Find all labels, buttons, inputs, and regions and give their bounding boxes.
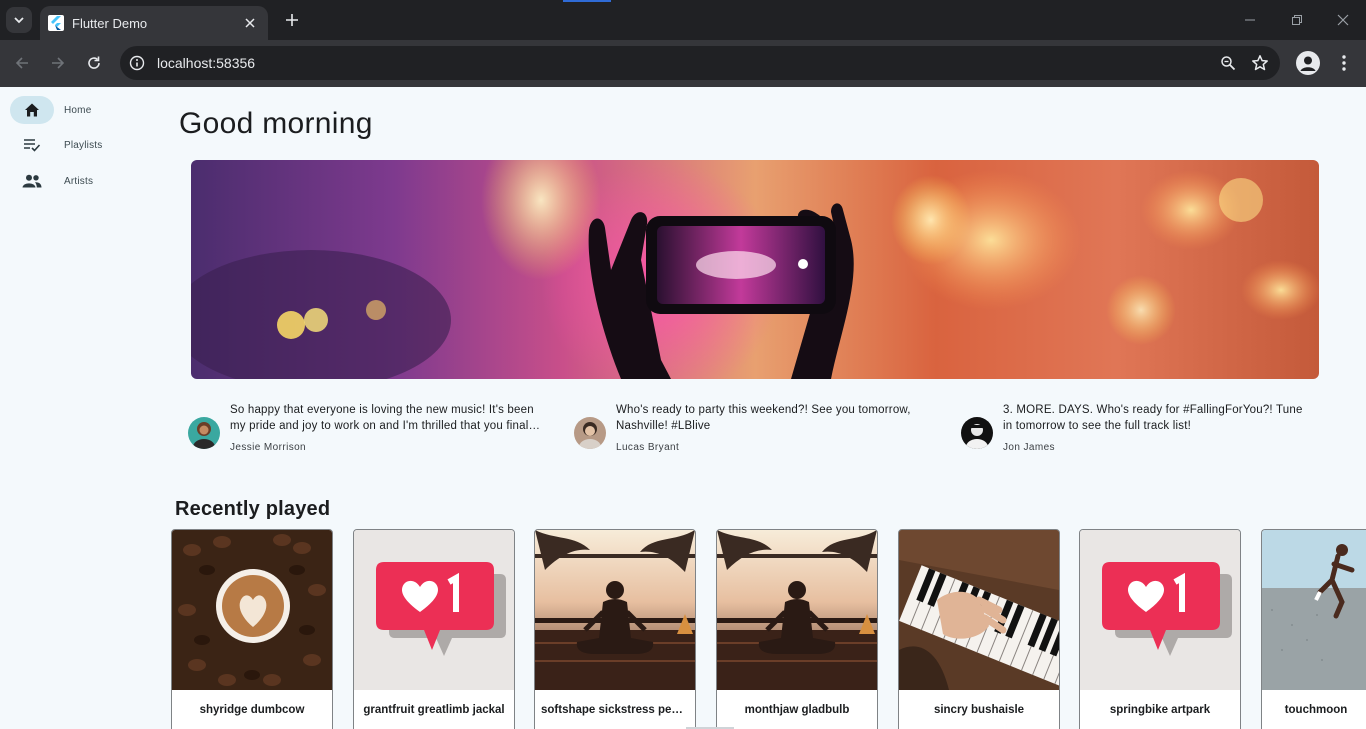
piano-artwork-image	[899, 530, 1059, 690]
recent-card-label: grantfruit greatlimb jackal	[363, 704, 505, 716]
chevron-down-icon	[14, 17, 24, 24]
news-post[interactable]: 3. MORE. DAYS. Who's ready for #FallingF…	[961, 400, 1321, 460]
yoga-artwork-image	[535, 530, 695, 690]
more-vert-icon	[1342, 55, 1346, 71]
minimize-button[interactable]	[1238, 8, 1262, 32]
people-icon	[10, 167, 54, 195]
reload-button[interactable]	[82, 51, 106, 75]
app-content: Home Playlists Artists Good morning So h…	[0, 87, 1366, 729]
yoga-artwork-image	[717, 530, 877, 690]
hero-banner-image	[191, 160, 1319, 379]
news-post-text: 3. MORE. DAYS. Who's ready for #FallingF…	[1003, 404, 1303, 432]
coffee-artwork-image	[172, 530, 332, 690]
close-icon	[1337, 14, 1349, 26]
recent-card[interactable]: shyridge dumbcow	[171, 529, 333, 729]
arrow-right-icon	[52, 57, 65, 69]
plus-icon	[286, 14, 298, 26]
like-notification-artwork-image	[1080, 530, 1240, 690]
rail-item-artists[interactable]: Artists	[10, 167, 150, 195]
recent-card-label: springbike artpark	[1109, 704, 1211, 716]
new-tab-button[interactable]	[280, 8, 304, 32]
recent-card[interactable]: softshape sickstress penguin	[534, 529, 696, 729]
address-bar[interactable]: localhost:58356	[120, 46, 1280, 80]
recent-card[interactable]: sincry bushaisle	[898, 529, 1060, 729]
rail-item-playlists[interactable]: Playlists	[10, 131, 150, 159]
minimize-icon	[1245, 19, 1255, 21]
restore-button[interactable]	[1285, 8, 1309, 32]
page-title: Good morning	[179, 107, 373, 140]
zoom-icon[interactable]	[1216, 51, 1240, 75]
window-close-button[interactable]	[1331, 8, 1355, 32]
news-post-author: Jessie Morrison	[230, 442, 307, 453]
browser-tab[interactable]: Flutter Demo	[40, 6, 268, 40]
recent-card[interactable]: springbike artpark	[1079, 529, 1241, 729]
rail-item-home[interactable]: Home	[10, 96, 150, 124]
avatar	[574, 417, 606, 449]
recent-card[interactable]: monthjaw gladbulb	[716, 529, 878, 729]
browser-menu-button[interactable]	[1332, 51, 1356, 75]
rail-label-artists: Artists	[64, 175, 94, 187]
like-notification-artwork-image	[354, 530, 514, 690]
home-icon	[10, 96, 54, 124]
recent-card-label: softshape sickstress penguin	[541, 704, 689, 716]
news-post-author: Jon James	[1003, 442, 1055, 453]
flutter-favicon-icon	[48, 15, 64, 31]
site-info-icon[interactable]	[126, 52, 148, 74]
news-post-author: Lucas Bryant	[616, 442, 680, 453]
bookmark-star-icon[interactable]	[1248, 51, 1272, 75]
browser-toolbar: localhost:58356	[0, 40, 1366, 87]
tab-search-button[interactable]	[6, 7, 32, 33]
recently-played-title: Recently played	[175, 498, 331, 520]
arrow-left-icon	[15, 57, 28, 69]
avatar	[961, 417, 993, 449]
playlist-check-icon	[10, 131, 54, 159]
tab-close-button[interactable]	[242, 15, 258, 31]
recent-card[interactable]: touchmoon	[1261, 529, 1366, 729]
rail-label-home: Home	[64, 104, 92, 116]
news-post-text: So happy that everyone is loving the new…	[230, 404, 538, 432]
reload-icon	[88, 56, 100, 69]
recent-card-label: touchmoon	[1284, 704, 1348, 716]
recent-card-label: shyridge dumbcow	[199, 704, 305, 716]
news-post[interactable]: Who's ready to party this weekend?! See …	[574, 400, 934, 460]
news-post[interactable]: So happy that everyone is loving the new…	[188, 400, 548, 460]
tab-title: Flutter Demo	[72, 15, 148, 31]
close-icon	[245, 18, 255, 28]
url-text[interactable]: localhost:58356	[157, 55, 1216, 71]
profile-avatar-icon[interactable]	[1296, 51, 1320, 75]
navigation-rail: Home Playlists Artists	[0, 87, 160, 729]
browser-titlebar: Flutter Demo	[0, 0, 1366, 40]
runner-artwork-image	[1262, 530, 1366, 690]
recent-card-label: sincry bushaisle	[933, 704, 1025, 716]
titlebar-accent	[563, 0, 611, 2]
back-button[interactable]	[10, 51, 34, 75]
recent-card[interactable]: grantfruit greatlimb jackal	[353, 529, 515, 729]
avatar	[188, 417, 220, 449]
moon-icon	[1311, 117, 1319, 133]
recent-card-label: monthjaw gladbulb	[744, 704, 850, 716]
news-post-text: Who's ready to party this weekend?! See …	[616, 404, 911, 432]
forward-button[interactable]	[46, 51, 70, 75]
theme-toggle-button[interactable]	[1302, 113, 1326, 137]
rail-label-playlists: Playlists	[64, 139, 103, 151]
restore-icon	[1292, 15, 1302, 25]
